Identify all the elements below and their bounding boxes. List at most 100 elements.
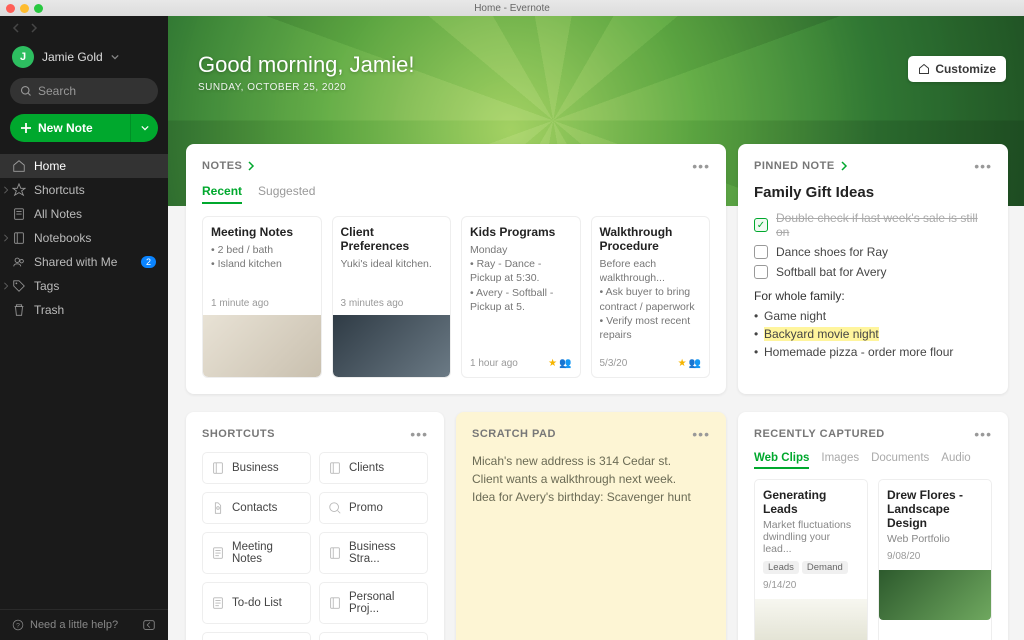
shortcut-item[interactable]: To-do List xyxy=(202,582,311,624)
shortcut-item[interactable]: Personal Proj... xyxy=(319,582,428,624)
sidebar-item-all-notes[interactable]: All Notes xyxy=(0,202,168,226)
note-timestamp: 5/3/20 xyxy=(600,358,628,369)
new-note-button[interactable]: New Note xyxy=(10,114,158,142)
sidebar-item-shared-with-me[interactable]: Shared with Me 2 xyxy=(0,250,168,274)
shortcut-item[interactable]: Promo xyxy=(319,492,428,524)
note-timestamp: 1 hour ago xyxy=(470,358,518,369)
close-window-icon[interactable] xyxy=(6,4,15,13)
shortcut-item[interactable]: Business Stra... xyxy=(319,532,428,574)
new-note-label: New Note xyxy=(38,121,93,135)
search-input[interactable]: Search xyxy=(10,78,158,104)
sidebar-item-notebooks[interactable]: Notebooks xyxy=(0,226,168,250)
more-icon[interactable]: ••• xyxy=(692,426,710,442)
more-icon[interactable]: ••• xyxy=(692,158,710,174)
notebooks-icon xyxy=(12,231,26,245)
more-icon[interactable]: ••• xyxy=(410,426,428,442)
captured-item[interactable]: Drew Flores - Landscape DesignWeb Portfo… xyxy=(878,479,992,640)
shortcut-item[interactable]: Leads xyxy=(319,632,428,640)
checklist-item[interactable]: Softball bat for Avery xyxy=(754,265,992,279)
new-note-dropdown[interactable] xyxy=(130,114,158,142)
shortcut-label: Personal Proj... xyxy=(349,591,419,615)
tags-icon xyxy=(12,279,26,293)
minimize-window-icon[interactable] xyxy=(20,4,29,13)
shortcut-item[interactable]: Meeting Notes xyxy=(202,532,311,574)
checklist-item[interactable]: Double check if last week's sale is stil… xyxy=(754,211,992,239)
tag[interactable]: Leads xyxy=(763,561,799,574)
nav-back-icon[interactable] xyxy=(12,23,22,33)
note-card[interactable]: Kids ProgramsMonday• Ray - Dance - Picku… xyxy=(461,216,581,378)
notes-widget: NOTES ••• Recent Suggested Meeting Notes•… xyxy=(186,144,726,394)
note-card[interactable]: Meeting Notes• 2 bed / bath• Island kitc… xyxy=(202,216,322,378)
shortcut-icon xyxy=(211,501,225,515)
checkbox-icon[interactable] xyxy=(754,245,768,259)
section-label: For whole family: xyxy=(754,289,992,303)
checklist-item[interactable]: Dance shoes for Ray xyxy=(754,245,992,259)
shortcut-icon xyxy=(328,546,342,560)
chevron-right-icon[interactable] xyxy=(839,161,849,171)
sidebar-item-label: Tags xyxy=(34,279,59,293)
sidebar-item-shortcuts[interactable]: Shortcuts xyxy=(0,178,168,202)
all-notes-icon xyxy=(12,207,26,221)
note-title: Walkthrough Procedure xyxy=(600,225,702,253)
greeting-date: SUNDAY, OCTOBER 25, 2020 xyxy=(198,82,414,93)
sidebar-item-trash[interactable]: Trash xyxy=(0,298,168,322)
sidebar-item-label: Notebooks xyxy=(34,231,91,245)
shortcut-item[interactable]: Maui xyxy=(202,632,311,640)
svg-text:?: ? xyxy=(16,622,20,629)
customize-button[interactable]: Customize xyxy=(908,56,1006,82)
checkbox-icon[interactable] xyxy=(754,218,768,232)
bullet-item: Backyard movie night xyxy=(754,327,992,341)
shortcut-label: Promo xyxy=(349,502,383,514)
scratch-line: Client wants a walkthrough next week. xyxy=(472,470,710,488)
sidebar-item-label: Home xyxy=(34,159,66,173)
bullet-item: Game night xyxy=(754,309,992,323)
widget-title: PINNED NOTE xyxy=(754,160,835,172)
pinned-note-widget: PINNED NOTE ••• Family Gift Ideas Double… xyxy=(738,144,1008,394)
shortcuts-icon xyxy=(12,183,26,197)
sidebar: J Jamie Gold Search New Note Home Shortcu… xyxy=(0,16,168,640)
note-card[interactable]: Client PreferencesYuki's ideal kitchen.3… xyxy=(332,216,452,378)
tag[interactable]: Demand xyxy=(802,561,848,574)
note-card[interactable]: Walkthrough ProcedureBefore each walkthr… xyxy=(591,216,711,378)
tab-suggested[interactable]: Suggested xyxy=(258,184,315,204)
customize-label: Customize xyxy=(935,62,996,76)
shortcut-item[interactable]: Contacts xyxy=(202,492,311,524)
widget-title: SHORTCUTS xyxy=(202,428,275,440)
account-switcher[interactable]: J Jamie Gold xyxy=(0,40,168,78)
help-label: Need a little help? xyxy=(30,619,118,631)
scratch-pad-widget[interactable]: SCRATCH PAD ••• Micah's new address is 3… xyxy=(456,412,726,640)
more-icon[interactable]: ••• xyxy=(974,158,992,174)
shortcut-item[interactable]: Clients xyxy=(319,452,428,484)
captured-item[interactable]: Generating LeadsMarket fluctuations dwin… xyxy=(754,479,868,640)
captured-date: 9/08/20 xyxy=(887,551,983,562)
tab-recent[interactable]: Recent xyxy=(202,184,242,204)
tab-documents[interactable]: Documents xyxy=(871,452,929,469)
widget-title: RECENTLY CAPTURED xyxy=(754,428,885,440)
sidebar-badge: 2 xyxy=(141,256,156,268)
home-icon xyxy=(918,63,930,75)
greeting-text: Good morning, Jamie! xyxy=(198,52,414,78)
main-content: Good morning, Jamie! SUNDAY, OCTOBER 25,… xyxy=(168,16,1024,640)
chevron-right-icon xyxy=(2,282,10,290)
shortcut-item[interactable]: Business xyxy=(202,452,311,484)
widget-title: NOTES xyxy=(202,160,242,172)
captured-subtitle: Web Portfolio xyxy=(887,533,983,545)
chevron-right-icon[interactable] xyxy=(246,161,256,171)
sidebar-item-label: Shared with Me xyxy=(34,255,117,269)
shared-icon: 👥 xyxy=(689,358,701,369)
star-icon: ★ xyxy=(678,358,687,369)
sidebar-item-tags[interactable]: Tags xyxy=(0,274,168,298)
more-icon[interactable]: ••• xyxy=(974,426,992,442)
tab-images[interactable]: Images xyxy=(821,452,859,469)
captured-thumbnail xyxy=(879,570,991,620)
nav-forward-icon[interactable] xyxy=(28,23,38,33)
checklist-text: Dance shoes for Ray xyxy=(776,245,888,259)
checkbox-icon[interactable] xyxy=(754,265,768,279)
tab-audio[interactable]: Audio xyxy=(941,452,970,469)
captured-thumbnail xyxy=(755,599,867,640)
collapse-sidebar-icon[interactable] xyxy=(142,618,156,632)
maximize-window-icon[interactable] xyxy=(34,4,43,13)
help-link[interactable]: ? Need a little help? xyxy=(0,609,168,640)
tab-web-clips[interactable]: Web Clips xyxy=(754,452,809,469)
sidebar-item-home[interactable]: Home xyxy=(0,154,168,178)
